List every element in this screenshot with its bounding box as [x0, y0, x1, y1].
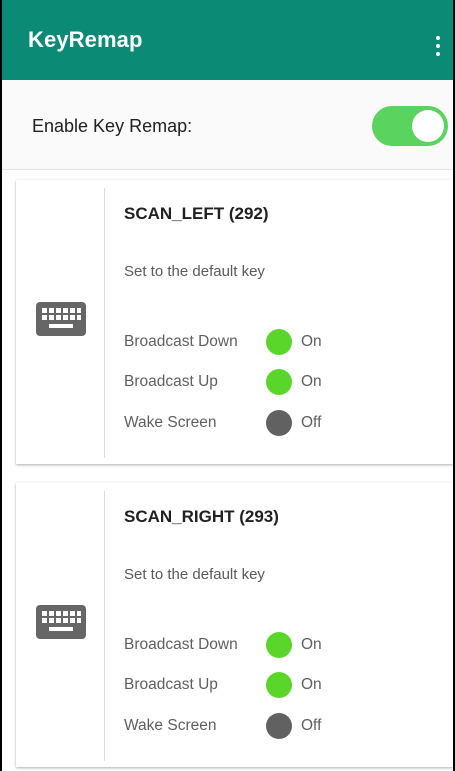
- app-title: KeyRemap: [28, 27, 143, 52]
- key-action: Set to the default key: [124, 566, 265, 583]
- option-broadcast-up: Broadcast Up On: [124, 672, 424, 700]
- overflow-menu-icon[interactable]: [435, 36, 441, 60]
- option-state: On: [301, 636, 322, 653]
- status-on-indicator: [266, 369, 292, 395]
- app-bar: KeyRemap: [2, 0, 453, 80]
- option-wake-screen: Wake Screen Off: [124, 410, 424, 438]
- card-divider: [104, 491, 105, 761]
- enable-remap-toggle[interactable]: [372, 106, 448, 146]
- option-label: Broadcast Down: [124, 636, 238, 653]
- key-card-scan-right[interactable]: SCAN_RIGHT (293) Set to the default key …: [16, 483, 453, 767]
- key-name: SCAN_LEFT (292): [124, 204, 269, 223]
- option-label: Broadcast Up: [124, 373, 218, 390]
- option-state: On: [301, 373, 322, 390]
- option-state: On: [301, 676, 322, 693]
- option-label: Broadcast Down: [124, 333, 238, 350]
- toggle-knob: [412, 110, 444, 142]
- option-broadcast-down: Broadcast Down On: [124, 329, 424, 357]
- option-state: On: [301, 333, 322, 350]
- enable-remap-label: Enable Key Remap:: [32, 116, 193, 136]
- card-divider: [104, 188, 105, 458]
- option-broadcast-up: Broadcast Up On: [124, 369, 424, 397]
- option-state: Off: [301, 717, 322, 734]
- status-off-indicator: [266, 713, 292, 739]
- status-off-indicator: [266, 410, 292, 436]
- option-wake-screen: Wake Screen Off: [124, 713, 424, 741]
- key-name: SCAN_RIGHT (293): [124, 507, 279, 526]
- option-label: Broadcast Up: [124, 676, 218, 693]
- key-card-scan-left[interactable]: SCAN_LEFT (292) Set to the default key B…: [16, 180, 453, 464]
- option-label: Wake Screen: [124, 717, 217, 734]
- option-label: Wake Screen: [124, 414, 217, 431]
- status-on-indicator: [266, 632, 292, 658]
- option-state: Off: [301, 414, 322, 431]
- key-action: Set to the default key: [124, 263, 265, 280]
- enable-remap-row: Enable Key Remap:: [2, 80, 453, 170]
- option-broadcast-down: Broadcast Down On: [124, 632, 424, 660]
- keyboard-icon: [36, 605, 86, 639]
- keyboard-icon: [36, 302, 86, 336]
- status-on-indicator: [266, 672, 292, 698]
- status-on-indicator: [266, 329, 292, 355]
